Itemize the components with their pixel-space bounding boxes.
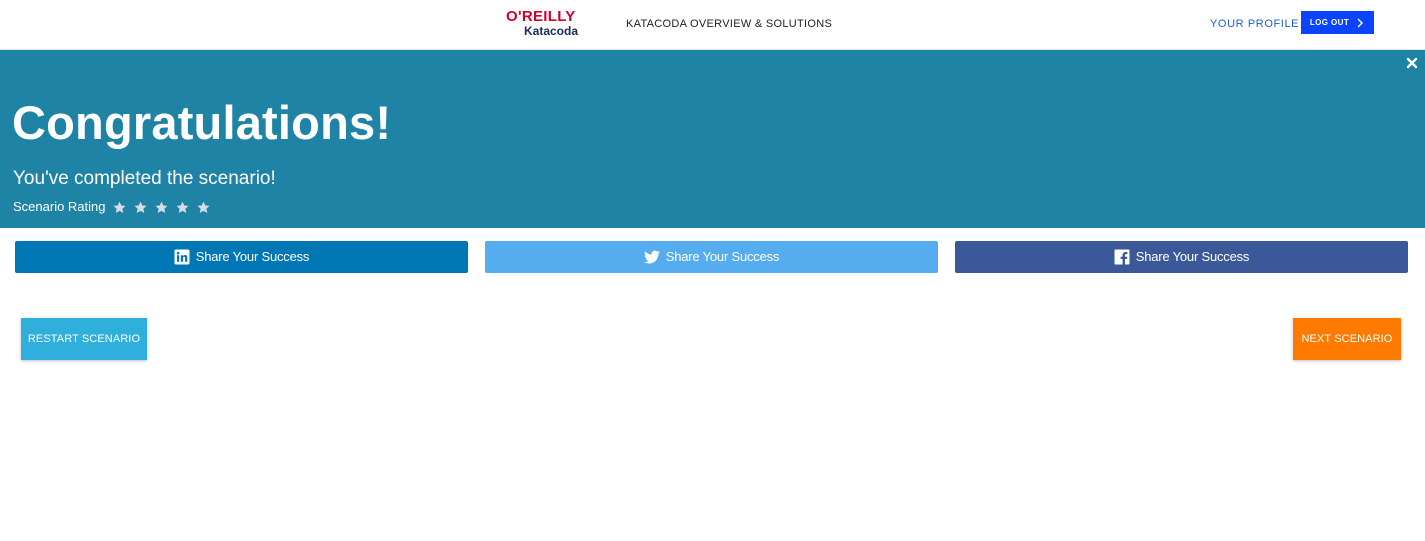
- star-icon[interactable]: [112, 200, 127, 215]
- twitter-icon: [643, 250, 660, 264]
- logout-button[interactable]: LOG OUT: [1301, 11, 1374, 34]
- share-twitter-button[interactable]: Share Your Success: [485, 241, 938, 273]
- linkedin-icon: [174, 249, 190, 265]
- star-icon[interactable]: [154, 200, 169, 215]
- rating-stars: [112, 200, 211, 215]
- nav-link-overview[interactable]: KATACODA OVERVIEW & SOLUTIONS: [626, 17, 832, 31]
- nav-link-profile[interactable]: YOUR PROFILE: [1210, 17, 1299, 31]
- facebook-icon: [1114, 249, 1130, 265]
- banner-title: Congratulations!: [12, 96, 392, 149]
- share-facebook-label: Share Your Success: [1135, 249, 1250, 264]
- banner-subtitle: You've completed the scenario!: [13, 168, 276, 189]
- close-icon[interactable]: [1405, 56, 1419, 70]
- share-twitter-label: Share Your Success: [665, 249, 780, 264]
- share-linkedin-label: Share Your Success: [195, 249, 310, 264]
- chevron-right-icon: [1357, 18, 1364, 27]
- oreilly-katacoda-logo[interactable]: O'REILLY Katacoda: [504, 8, 590, 40]
- restart-scenario-button[interactable]: RESTART SCENARIO: [21, 318, 147, 360]
- top-header: O'REILLY Katacoda KATACODA OVERVIEW & SO…: [0, 0, 1425, 50]
- logo-product: Katacoda: [524, 24, 579, 38]
- share-linkedin-button[interactable]: Share Your Success: [15, 241, 468, 273]
- share-facebook-button[interactable]: Share Your Success: [955, 241, 1408, 273]
- star-icon[interactable]: [196, 200, 211, 215]
- logout-label: LOG OUT: [1309, 18, 1350, 27]
- scenario-rating: Scenario Rating: [13, 198, 211, 216]
- rating-label: Scenario Rating: [13, 199, 106, 214]
- congratulations-banner: Congratulations! You've completed the sc…: [0, 50, 1425, 228]
- star-icon[interactable]: [133, 200, 148, 215]
- next-scenario-button[interactable]: NEXT SCENARIO: [1293, 318, 1401, 360]
- star-icon[interactable]: [175, 200, 190, 215]
